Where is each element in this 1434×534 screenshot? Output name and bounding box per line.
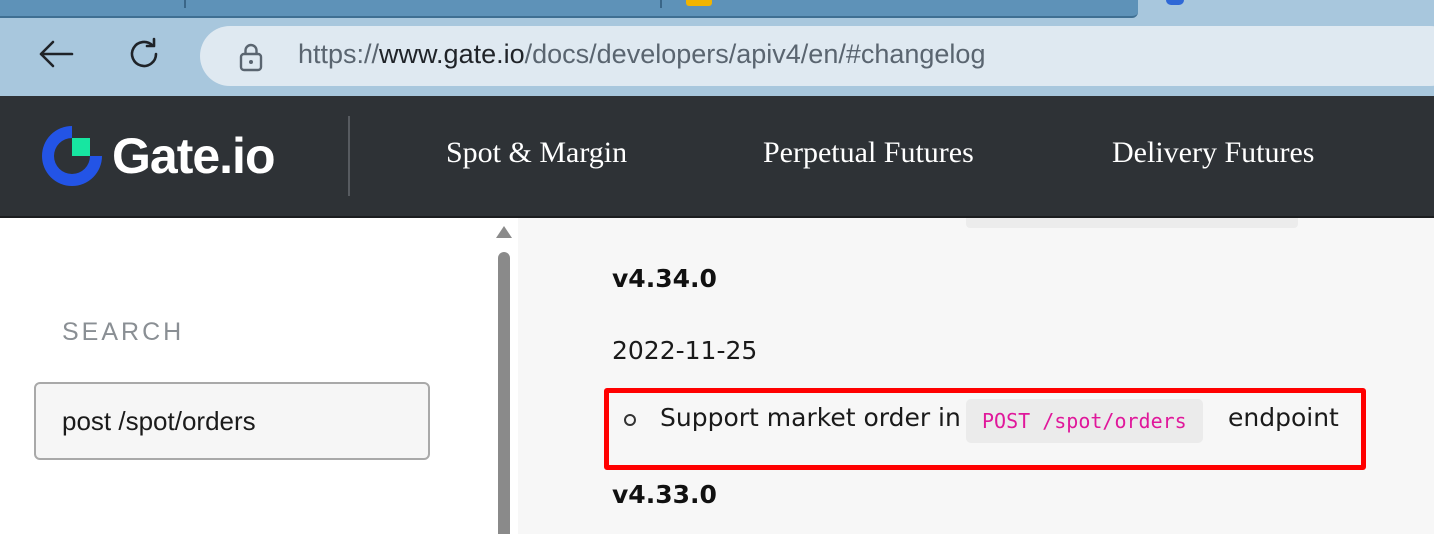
search-input[interactable] — [34, 382, 430, 460]
logo-text: Gate.io — [112, 128, 275, 184]
new-tab-favicon-icon[interactable] — [1166, 0, 1184, 5]
url-path: /docs/developers/apiv4/en/#changelog — [524, 39, 986, 69]
browser-tab-strip — [0, 0, 1434, 18]
lock-icon[interactable] — [238, 42, 264, 72]
tab-separator — [184, 0, 186, 8]
search-label: SEARCH — [62, 318, 185, 346]
version-heading: v4.33.0 — [612, 480, 717, 509]
nav-delivery-futures[interactable]: Delivery Futures — [1112, 136, 1314, 170]
browser-toolbar: https://www.gate.io/docs/developers/apiv… — [0, 18, 1434, 96]
reload-icon — [130, 37, 158, 68]
sidebar-scrollbar-thumb[interactable] — [498, 252, 510, 534]
address-bar[interactable]: https://www.gate.io/docs/developers/apiv… — [200, 26, 1434, 86]
tab-separator — [660, 0, 662, 8]
release-date: 2022-11-25 — [612, 336, 758, 365]
url-text[interactable]: https://www.gate.io/docs/developers/apiv… — [298, 39, 985, 70]
highlight-box — [604, 388, 1366, 470]
nav-spot-margin[interactable]: Spot & Margin — [446, 136, 627, 170]
gate-logo[interactable]: Gate.io — [40, 124, 275, 188]
site-header: Gate.io Spot & Margin Perpetual Futures … — [0, 96, 1434, 218]
changelog-content: v4.34.0 2022-11-25 Support market order … — [518, 218, 1434, 534]
back-arrow-icon — [39, 40, 74, 68]
gate-logo-icon — [42, 126, 102, 186]
header-divider — [348, 116, 350, 196]
url-host: www.gate.io — [379, 39, 525, 69]
nav-perpetual-futures[interactable]: Perpetual Futures — [763, 136, 974, 170]
version-heading: v4.34.0 — [612, 264, 717, 293]
code-snippet-partial — [966, 218, 1298, 228]
tab-favicon-icon — [686, 0, 712, 6]
reload-button[interactable] — [120, 30, 168, 78]
active-tab[interactable] — [0, 0, 1138, 18]
url-prefix: https:// — [298, 39, 380, 69]
sidebar: SEARCH — [0, 218, 518, 534]
back-button[interactable] — [32, 30, 80, 78]
scroll-up-arrow-icon[interactable] — [496, 226, 512, 238]
